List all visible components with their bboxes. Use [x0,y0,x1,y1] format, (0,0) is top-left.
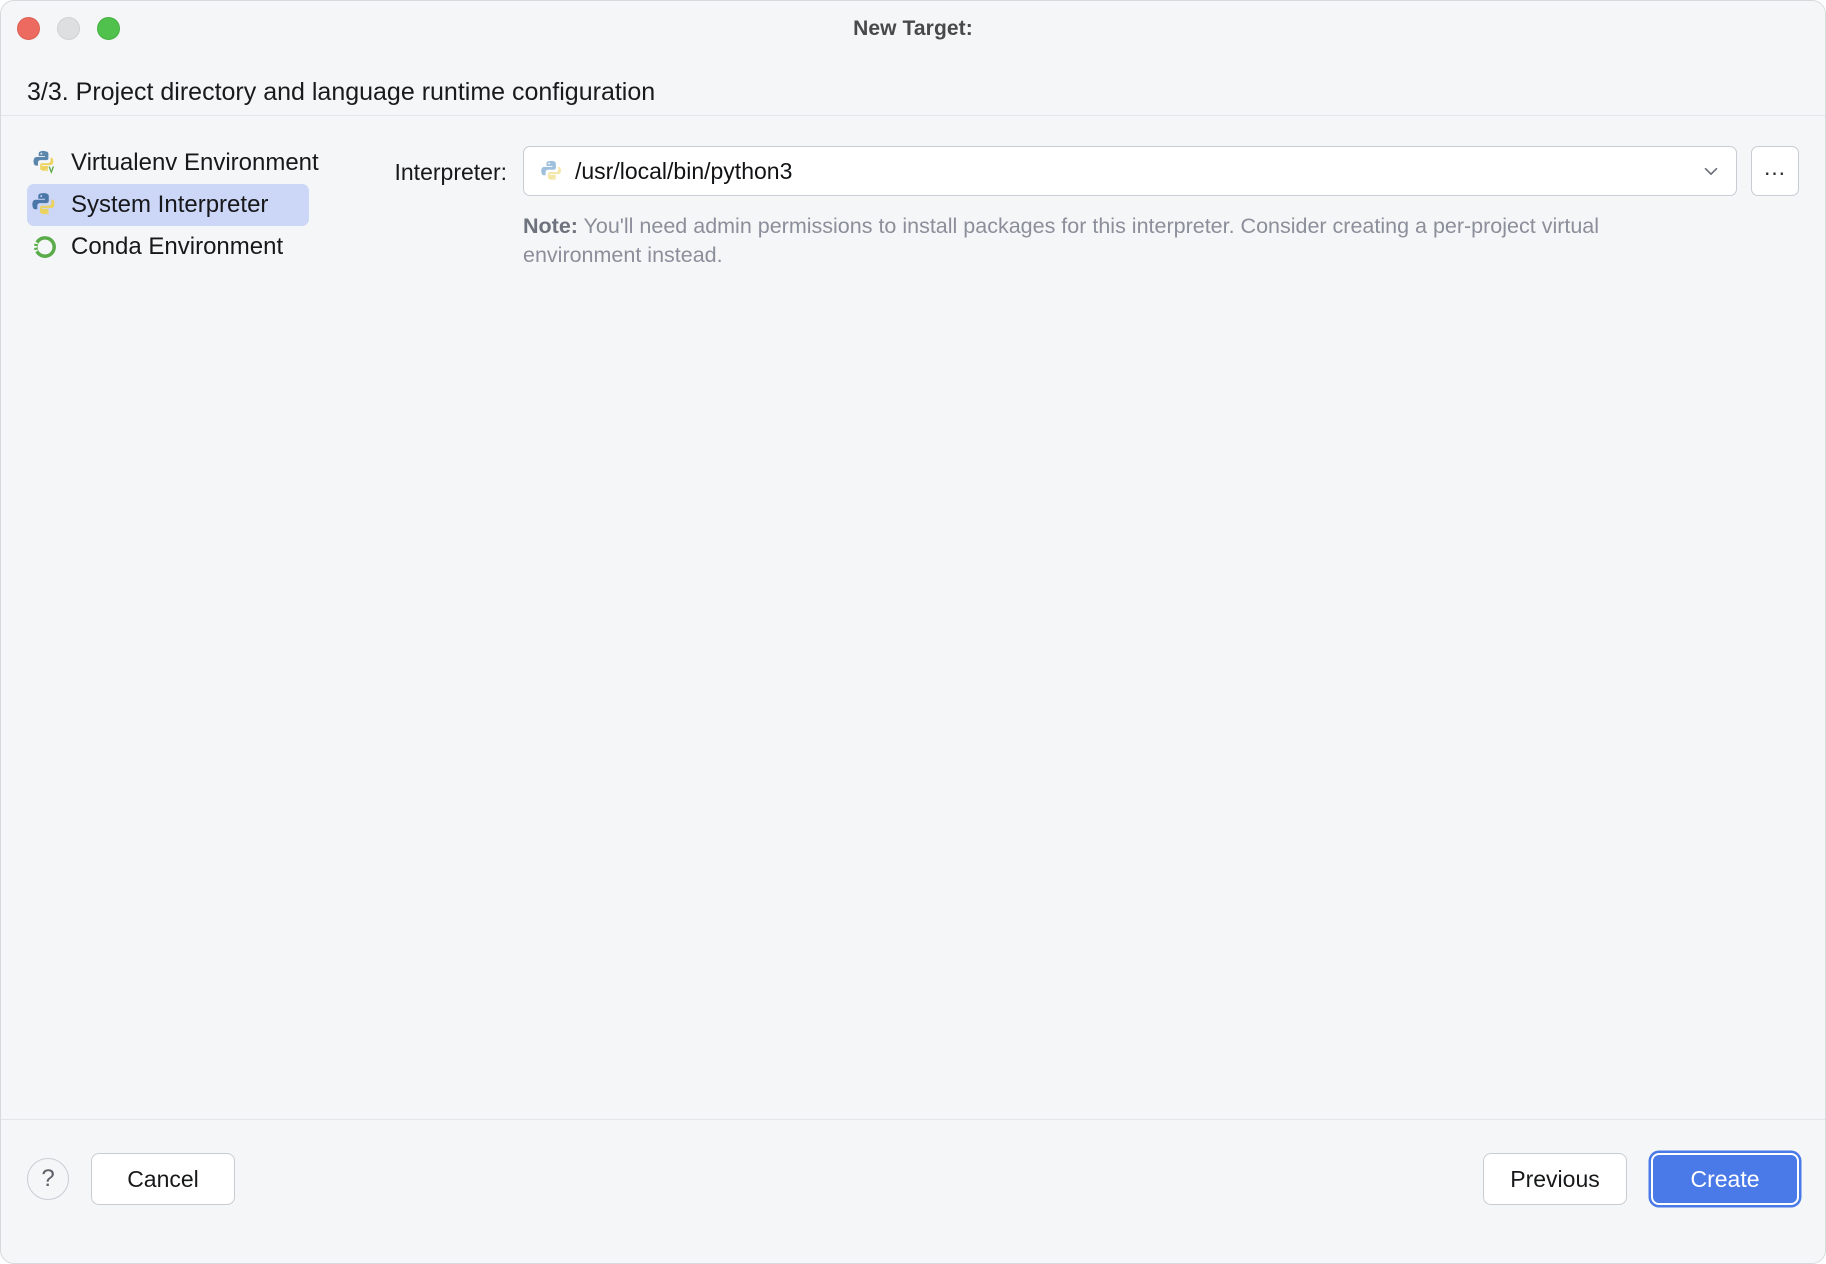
interpreter-controls: /usr/local/bin/python3 … Note: You'll ne… [507,146,1799,270]
dialog-body: Virtualenv Environment System Interprete… [1,116,1825,1119]
environment-type-list: Virtualenv Environment System Interprete… [1,116,357,1119]
browse-interpreter-button[interactable]: … [1751,146,1799,196]
note-text: You'll need admin permissions to install… [523,214,1599,267]
conda-icon [31,233,59,261]
python-icon [540,159,565,184]
cancel-button[interactable]: Cancel [91,1153,235,1205]
interpreter-settings-pane: Interpreter: /usr/local/bin/python3 [357,116,1825,1119]
note-prefix: Note: [523,214,578,238]
sidebar-item-label: Virtualenv Environment [71,151,319,175]
interpreter-select[interactable]: /usr/local/bin/python3 [523,146,1737,196]
interpreter-label: Interpreter: [357,146,507,186]
sidebar-item-label: System Interpreter [71,193,268,217]
sidebar-item-system-interpreter[interactable]: System Interpreter [27,184,309,226]
maximize-window-button[interactable] [97,17,120,40]
minimize-window-button[interactable] [57,17,80,40]
create-button[interactable]: Create [1651,1153,1799,1205]
new-target-dialog: New Target: 3/3. Project directory and l… [0,0,1826,1264]
footer-right-group: Previous Create [1483,1153,1799,1205]
sidebar-item-conda-environment[interactable]: Conda Environment [27,226,309,268]
sidebar-item-virtualenv-environment[interactable]: Virtualenv Environment [27,142,309,184]
python-venv-icon [31,149,59,177]
previous-button[interactable]: Previous [1483,1153,1627,1205]
interpreter-combo-line: /usr/local/bin/python3 … [523,146,1799,196]
sidebar-item-label: Conda Environment [71,235,283,259]
footer-left-group: ? Cancel [27,1153,235,1205]
interpreter-note: Note: You'll need admin permissions to i… [523,212,1623,270]
traffic-light-group [17,17,120,40]
help-button[interactable]: ? [27,1158,69,1200]
interpreter-field-row: Interpreter: /usr/local/bin/python3 [357,146,1799,270]
chevron-down-icon[interactable] [1700,160,1722,182]
close-window-button[interactable] [17,17,40,40]
title-bar: New Target: [1,1,1825,57]
dialog-footer: ? Cancel Previous Create [1,1120,1825,1238]
python-icon [31,191,59,219]
interpreter-path-value: /usr/local/bin/python3 [575,158,1700,185]
window-title: New Target: [1,17,1825,41]
step-heading: 3/3. Project directory and language runt… [1,57,1825,115]
